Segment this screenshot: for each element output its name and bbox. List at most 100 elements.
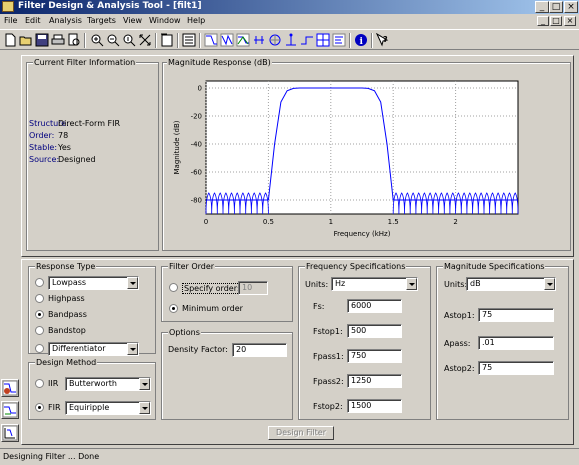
radio-bandstop[interactable] xyxy=(35,326,44,335)
print-preview-icon[interactable] xyxy=(67,33,81,47)
x-tick-label: 0 xyxy=(204,218,208,226)
astop2-label: Astop2: xyxy=(444,364,475,373)
design-method-title: Design Method xyxy=(35,358,98,367)
magnitude-response-icon[interactable] xyxy=(204,33,218,47)
zoom-x-icon[interactable] xyxy=(106,33,120,47)
mdi-minimize-button[interactable]: _ xyxy=(537,16,549,26)
zoom-y-icon[interactable] xyxy=(122,33,136,47)
magnitude-specs-title: Magnitude Specifications xyxy=(443,262,546,271)
x-tick-label: 1 xyxy=(329,218,333,226)
print-icon[interactable] xyxy=(51,33,65,47)
radio-bandpass[interactable] xyxy=(35,310,44,319)
menu-window[interactable]: Window xyxy=(149,16,181,25)
svg-text:?: ? xyxy=(383,35,388,44)
structure-value: Direct-Form FIR xyxy=(58,119,121,128)
menu-view[interactable]: View xyxy=(123,16,142,25)
new-icon[interactable] xyxy=(3,33,17,47)
iir-label: IIR xyxy=(48,379,59,388)
fpass1-input[interactable]: 750 xyxy=(347,349,402,363)
mag-units-label: Units: xyxy=(444,280,468,289)
close-button[interactable]: × xyxy=(564,1,578,13)
freq-units-label: Units: xyxy=(305,280,329,289)
filter-info-icon[interactable] xyxy=(332,33,346,47)
zoom-in-icon[interactable] xyxy=(90,33,104,47)
coefficients-view-icon[interactable] xyxy=(316,33,330,47)
density-factor-input[interactable]: 20 xyxy=(232,343,287,357)
open-icon[interactable] xyxy=(19,33,33,47)
frequency-specs-title: Frequency Specifications xyxy=(305,262,407,271)
step-response-icon[interactable] xyxy=(300,33,314,47)
phase-response-icon[interactable] xyxy=(220,33,234,47)
magnitude-response-chart[interactable]: 0 0.5 1 1.5 2 0 -20 -40 -60 -80 Frequency (kHz) Mag… xyxy=(162,62,571,251)
save-icon[interactable] xyxy=(35,33,49,47)
astop1-label: Astop1: xyxy=(444,311,475,320)
order-input[interactable]: 10 xyxy=(238,281,268,295)
apass-input[interactable]: .01 xyxy=(478,336,554,350)
y-axis-label: Magnitude (dB) xyxy=(173,120,181,174)
radio-minimum-order[interactable] xyxy=(169,304,178,313)
minimize-button[interactable]: _ xyxy=(535,1,549,13)
fir-combo-value: Equiripple xyxy=(69,403,110,412)
fs-input[interactable]: 6000 xyxy=(347,299,402,313)
full-view-icon[interactable] xyxy=(138,33,152,47)
menu-bar: File Edit Analysis Targets View Window H… xyxy=(0,14,579,28)
highpass-label: Highpass xyxy=(48,294,85,303)
stable-label: Stable: xyxy=(29,143,58,152)
impulse-response-icon[interactable] xyxy=(284,33,298,47)
radio-fir[interactable] xyxy=(35,403,44,412)
fir-method-combo[interactable]: Equiripple xyxy=(65,401,151,415)
fpass2-label: Fpass2: xyxy=(313,377,344,386)
pole-zero-icon[interactable] xyxy=(268,33,282,47)
menu-help[interactable]: Help xyxy=(187,16,205,25)
radio-other[interactable] xyxy=(35,344,44,353)
design-filter-button[interactable]: Design Filter xyxy=(268,426,334,440)
mag-units-combo[interactable]: dB xyxy=(466,277,556,291)
group-delay-icon[interactable] xyxy=(252,33,266,47)
fpass1-label: Fpass1: xyxy=(313,352,344,361)
title-bar: Filter Design & Analysis Tool - [filt1] … xyxy=(0,0,579,14)
other-response-combo[interactable]: Differentiator xyxy=(48,342,139,356)
y-tick-label: -40 xyxy=(191,141,202,149)
options-title: Options xyxy=(168,328,201,337)
astop2-input[interactable]: 75 xyxy=(478,361,554,375)
mdi-restore-button[interactable]: □ xyxy=(550,16,562,26)
freq-units-combo[interactable]: Hz xyxy=(331,277,418,291)
y-tick-label: -60 xyxy=(191,169,202,177)
magnitude-phase-icon[interactable] xyxy=(236,33,250,47)
menu-targets[interactable]: Targets xyxy=(87,16,116,25)
radio-specify-order[interactable] xyxy=(169,283,178,292)
menu-analysis[interactable]: Analysis xyxy=(49,16,82,25)
radio-lowpass[interactable] xyxy=(35,278,44,287)
y-tick-label: -20 xyxy=(191,113,202,121)
chevron-down-icon xyxy=(139,402,150,414)
mdi-close-button[interactable]: × xyxy=(564,16,576,26)
radio-iir[interactable] xyxy=(35,379,44,388)
transform-filter-icon[interactable] xyxy=(1,424,19,442)
menu-edit[interactable]: Edit xyxy=(25,16,41,25)
stable-value: Yes xyxy=(58,143,71,152)
design-filter-icon[interactable] xyxy=(1,379,19,397)
lowpass-combo[interactable]: Lowpass xyxy=(48,276,139,290)
whats-this-icon[interactable]: ? xyxy=(376,33,390,47)
fstop1-input[interactable]: 500 xyxy=(347,324,402,338)
freq-units-value: Hz xyxy=(335,279,346,288)
current-filter-panel: Current Filter Information Structure: Di… xyxy=(26,58,159,251)
fstop2-input[interactable]: 1500 xyxy=(347,399,402,413)
radio-highpass[interactable] xyxy=(35,294,44,303)
mag-units-value: dB xyxy=(470,279,481,288)
iir-method-combo[interactable]: Butterworth xyxy=(65,377,151,391)
minimum-order-label: Minimum order xyxy=(182,304,243,313)
filter-order-title: Filter Order xyxy=(168,262,216,271)
coefficients-icon[interactable] xyxy=(182,33,196,47)
toolbar: i ? xyxy=(0,29,579,50)
maximize-button[interactable]: □ xyxy=(549,1,563,13)
info-icon[interactable]: i xyxy=(354,33,368,47)
import-filter-icon[interactable] xyxy=(1,401,19,419)
x-tick-label: 1.5 xyxy=(388,218,399,226)
new-figure-icon[interactable] xyxy=(160,33,174,47)
menu-file[interactable]: File xyxy=(4,16,17,25)
window-title: Filter Design & Analysis Tool - [filt1] xyxy=(18,1,202,11)
astop1-input[interactable]: 75 xyxy=(478,308,554,322)
fir-label: FIR xyxy=(48,403,61,412)
fpass2-input[interactable]: 1250 xyxy=(347,374,402,388)
